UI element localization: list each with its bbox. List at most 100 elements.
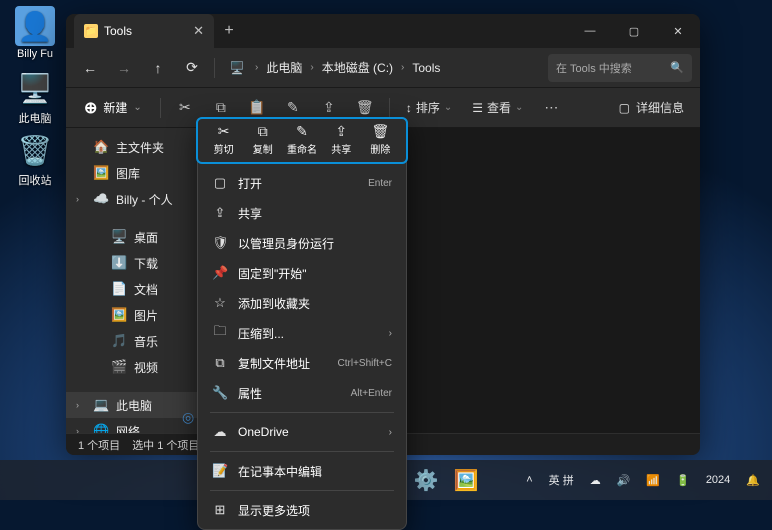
menu-item-label: 固定到"开始"	[238, 265, 307, 282]
this-pc-icon: 🖥️	[15, 68, 55, 108]
shortcut-label: Enter	[368, 178, 392, 189]
details-button[interactable]: ▢ 详细信息	[611, 99, 692, 116]
sidebar-label: 图片	[134, 307, 158, 324]
menu-item[interactable]: 🛡以管理员身份运行	[202, 228, 402, 258]
close-button[interactable]: ✕	[656, 14, 700, 48]
separator	[214, 58, 215, 78]
chevron-right-icon[interactable]: ›	[310, 62, 313, 73]
window-tab[interactable]: 📁 Tools ✕	[74, 14, 214, 48]
plus-icon: ⊕	[84, 98, 97, 118]
watermark-icon: ◎	[182, 409, 194, 426]
context-toolbar-item[interactable]: 🗑删除	[361, 121, 400, 156]
tab-close-icon[interactable]: ✕	[193, 23, 204, 39]
more-button[interactable]: ⋯	[535, 93, 567, 123]
删除-icon: 🗑	[361, 121, 400, 141]
sidebar-icon: 🏠	[93, 139, 109, 155]
search-icon: 🔍	[670, 61, 684, 74]
sidebar-icon: 🎬	[111, 359, 127, 375]
ime-indicator[interactable]: 英 拼	[545, 472, 578, 488]
tray-clock[interactable]: 2024	[702, 474, 734, 486]
menu-item[interactable]: ▢打开Enter	[202, 168, 402, 198]
refresh-button[interactable]: ⟳	[176, 52, 208, 84]
sidebar-label: 视频	[134, 359, 158, 376]
context-toolbar-label: 剪切	[204, 141, 243, 156]
forward-button[interactable]: →	[108, 52, 140, 84]
system-tray[interactable]: ˄ 英 拼 ☁ 🔊 📶 🔋 2024 🔔	[522, 472, 764, 488]
new-tab-button[interactable]: +	[214, 16, 244, 46]
breadcrumb-item[interactable]: 本地磁盘 (C:)	[316, 59, 399, 76]
shortcut-label: Ctrl+Shift+C	[338, 358, 392, 369]
tray-volume-icon[interactable]: 🔊	[613, 474, 635, 487]
view-button[interactable]: ☰ 查看 ⌄	[464, 99, 531, 116]
sidebar-icon: ☁️	[93, 191, 109, 207]
sidebar-icon: 💻	[93, 397, 109, 413]
address-toolbar: ← → ↑ ⟳ 🖥️ › 此电脑 › 本地磁盘 (C:) › Tools 在 T…	[66, 48, 700, 88]
sidebar-icon: 🖼️	[93, 165, 109, 181]
folder-icon: 📁	[84, 24, 98, 38]
menu-item-icon: 🛡	[212, 235, 228, 251]
sidebar-icon: 🖥️	[111, 229, 127, 245]
taskbar-app[interactable]: 🖼️	[448, 462, 484, 498]
tray-network-icon[interactable]: 📶	[642, 474, 664, 487]
submenu-arrow-icon: ›	[389, 427, 392, 438]
context-toolbar-item[interactable]: ✂剪切	[204, 121, 243, 156]
context-toolbar-item[interactable]: ⇪共享	[322, 121, 361, 156]
menu-item[interactable]: 🗀压缩到...›	[202, 318, 402, 348]
sidebar-label: 桌面	[134, 229, 158, 246]
menu-item-icon: ☁	[212, 424, 228, 440]
shortcut-label: Alt+Enter	[351, 388, 392, 399]
folder-icon[interactable]: 🖥️	[221, 52, 253, 84]
up-button[interactable]: ↑	[142, 52, 174, 84]
sidebar-label: 图库	[116, 165, 140, 182]
breadcrumb-item[interactable]: Tools	[406, 61, 446, 75]
复制-icon: ⧉	[243, 121, 282, 141]
tray-cloud-icon[interactable]: ☁	[586, 474, 605, 487]
menu-item[interactable]: ⧉ 复制文件地址 Ctrl+Shift+C	[202, 348, 402, 378]
menu-item-label: 共享	[238, 205, 262, 222]
menu-item-label: 复制文件地址	[238, 355, 310, 372]
重命名-icon: ✎	[282, 121, 321, 141]
sidebar-icon: 📄	[111, 281, 127, 297]
menu-item[interactable]: 🔧属性Alt+Enter	[202, 378, 402, 408]
details-icon: ▢	[619, 101, 630, 115]
tray-battery-icon[interactable]: 🔋	[672, 474, 694, 487]
cut-button[interactable]: ✂	[169, 93, 201, 123]
context-toolbar-item[interactable]: ✎重命名	[282, 121, 321, 156]
desktop-icon-pc[interactable]: 🖥️ 此电脑	[8, 68, 62, 126]
context-toolbar-label: 复制	[243, 141, 282, 156]
new-label: 新建	[103, 99, 127, 116]
desktop-icon-user[interactable]: 👤 Billy Fu	[8, 6, 62, 60]
menu-item[interactable]: ☁ OneDrive ›	[202, 417, 402, 447]
sidebar-label: 此电脑	[116, 397, 152, 414]
desktop-icon-label: 回收站	[8, 172, 62, 188]
maximize-button[interactable]: ▢	[612, 14, 656, 48]
tray-notifications[interactable]: 🔔	[742, 474, 764, 487]
menu-item-icon: ⇪	[212, 205, 228, 221]
tray-overflow[interactable]: ˄	[522, 474, 536, 486]
menu-item[interactable]: 📝在记事本中编辑	[202, 456, 402, 486]
menu-item-icon: ▢	[212, 175, 228, 191]
menu-item-label: 添加到收藏夹	[238, 295, 310, 312]
back-button[interactable]: ←	[74, 52, 106, 84]
search-input[interactable]: 在 Tools 中搜索 🔍	[548, 54, 692, 82]
desktop-icon-recycle[interactable]: 🗑️ 回收站	[8, 130, 62, 188]
context-toolbar-item[interactable]: ⧉复制	[243, 121, 282, 156]
titlebar[interactable]: 📁 Tools ✕ + — ▢ ✕	[66, 14, 700, 48]
minimize-button[interactable]: —	[568, 14, 612, 48]
menu-item[interactable]: ☆添加到收藏夹	[202, 288, 402, 318]
chevron-right-icon[interactable]: ›	[255, 62, 258, 73]
new-button[interactable]: ⊕ 新建 ⌄	[74, 93, 152, 123]
chevron-right-icon[interactable]: ›	[401, 62, 404, 73]
status-count: 1 个项目	[78, 437, 120, 453]
menu-item[interactable]: ⇪ 共享	[202, 198, 402, 228]
menu-item-icon: 📌	[212, 265, 228, 281]
taskbar-settings[interactable]: ⚙️	[408, 462, 444, 498]
breadcrumb-item[interactable]: 此电脑	[260, 59, 308, 76]
menu-item[interactable]: 📌 固定到"开始"	[202, 258, 402, 288]
sort-button[interactable]: ↕ 排序 ⌄	[398, 99, 460, 116]
menu-item-label: OneDrive	[238, 425, 289, 439]
expand-icon: ›	[76, 426, 86, 433]
menu-item-icon: ⧉	[212, 355, 228, 371]
chevron-down-icon: ⌄	[133, 102, 141, 113]
menu-item-label: 属性	[238, 385, 262, 402]
